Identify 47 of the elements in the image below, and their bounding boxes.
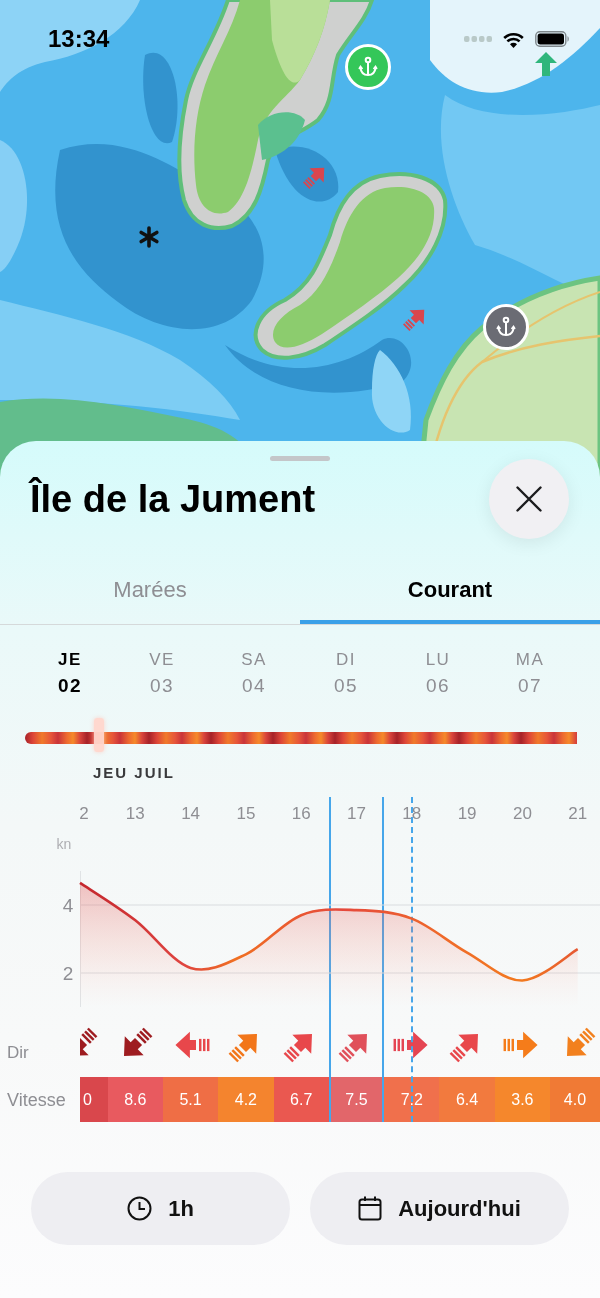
wifi-icon xyxy=(502,30,525,48)
signal-icon xyxy=(464,36,492,42)
month-label: JEU JUIL xyxy=(92,763,175,783)
row-label: Dir xyxy=(7,1043,29,1063)
status-time: 13:34 xyxy=(48,25,110,53)
speed-cell: 7.2 xyxy=(384,1077,440,1122)
row-label: Vitesse xyxy=(7,1089,66,1110)
clock-icon xyxy=(127,1196,153,1221)
asterisk-icon xyxy=(138,226,160,248)
timeline-track[interactable] xyxy=(25,718,577,752)
speed-cell: 4.2 xyxy=(218,1077,274,1122)
hour-label: 13 xyxy=(125,804,145,823)
place-title: Île de la Jument xyxy=(30,476,316,522)
day-selector[interactable]: JE 02 xyxy=(57,649,83,699)
hour-label: 19 xyxy=(457,804,477,823)
up-arrow-icon[interactable] xyxy=(535,52,557,76)
unit-label: kn xyxy=(56,836,72,852)
hour-label: 2 xyxy=(79,804,89,823)
speed-cell: 6.7 xyxy=(273,1077,329,1122)
hour-label: 15 xyxy=(236,804,256,823)
calendar-icon xyxy=(358,1196,383,1221)
hour-label: 16 xyxy=(291,804,311,823)
y-tick-label: 4 xyxy=(62,895,74,916)
day-selector[interactable]: LU 06 xyxy=(425,649,451,699)
speed-cell: 3.6 xyxy=(494,1077,550,1122)
speed-cell: 6.4 xyxy=(439,1077,495,1122)
interval-button[interactable]: 1h xyxy=(31,1172,290,1245)
day-selector[interactable]: DI 05 xyxy=(333,649,359,699)
speed-cell: 0 xyxy=(80,1077,108,1122)
battery-icon xyxy=(535,31,570,47)
y-tick-label: 2 xyxy=(62,963,74,984)
hour-label: 17 xyxy=(347,804,366,823)
tab[interactable]: Marées xyxy=(0,550,300,624)
day-selector[interactable]: MA 07 xyxy=(515,649,545,699)
close-icon xyxy=(516,486,542,512)
speed-cell: 4.0 xyxy=(550,1077,600,1122)
date-button[interactable]: Aujourd'hui xyxy=(310,1172,569,1245)
day-selector[interactable]: VE 03 xyxy=(149,649,175,699)
timeline-thumb[interactable] xyxy=(93,718,104,752)
speed-cell: 5.1 xyxy=(162,1077,219,1122)
day-selector[interactable]: SA 04 xyxy=(241,649,267,699)
hour-label: 20 xyxy=(512,804,532,823)
hour-label: 18 xyxy=(402,804,422,823)
speed-cell: 8.6 xyxy=(107,1077,163,1122)
hour-label: 21 xyxy=(568,804,588,823)
tab[interactable]: Courant xyxy=(300,550,600,624)
hour-label: 14 xyxy=(181,804,201,823)
